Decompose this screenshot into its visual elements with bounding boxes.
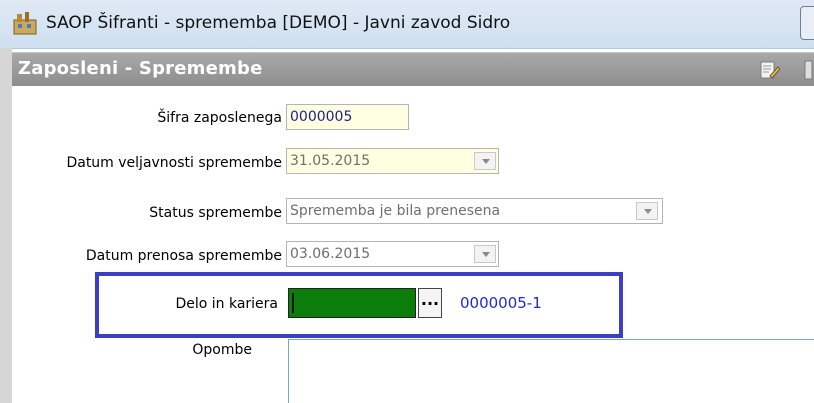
text-caret — [292, 293, 294, 313]
notes-label: Opombe — [192, 342, 252, 358]
valid-date-field[interactable]: 31.05.2015 — [286, 148, 499, 174]
window-control-button[interactable] — [800, 6, 814, 40]
transfer-date-value: 03.06.2015 — [290, 246, 371, 262]
status-value: Sprememba je bila prenesena — [290, 203, 501, 219]
transfer-date-dropdown-icon[interactable] — [474, 245, 496, 263]
career-input[interactable] — [288, 288, 416, 318]
status-field[interactable]: Sprememba je bila prenesena — [286, 198, 663, 224]
left-edge-strip — [0, 48, 12, 403]
career-code-link[interactable]: 0000005-1 — [460, 294, 542, 312]
edit-document-icon[interactable] — [758, 59, 780, 81]
transfer-date-field[interactable]: 03.06.2015 — [286, 241, 499, 267]
status-label: Status spremembe — [149, 205, 282, 221]
status-dropdown-icon[interactable] — [636, 202, 658, 220]
valid-date-value: 31.05.2015 — [290, 153, 371, 169]
employee-code-label: Šifra zaposlenega — [157, 110, 282, 126]
saop-app-icon — [13, 12, 37, 35]
career-browse-button[interactable]: ... — [418, 288, 442, 318]
employee-code-field[interactable]: 0000005 — [286, 104, 409, 130]
window-titlebar: SAOP Šifranti - sprememba [DEMO] - Javni… — [0, 0, 814, 49]
valid-date-dropdown-icon[interactable] — [474, 152, 496, 170]
panel-title: Zaposleni - Spremembe — [18, 58, 263, 79]
window-title: SAOP Šifranti - sprememba [DEMO] - Javni… — [46, 13, 511, 33]
panel-pin-icon[interactable] — [804, 59, 814, 81]
valid-date-label: Datum veljavnosti spremembe — [66, 155, 282, 171]
transfer-date-label: Datum prenosa spremembe — [85, 248, 282, 264]
career-label: Delo in kariera — [175, 296, 278, 312]
notes-textarea[interactable] — [288, 339, 814, 403]
panel-header: Zaposleni - Spremembe — [12, 52, 814, 88]
